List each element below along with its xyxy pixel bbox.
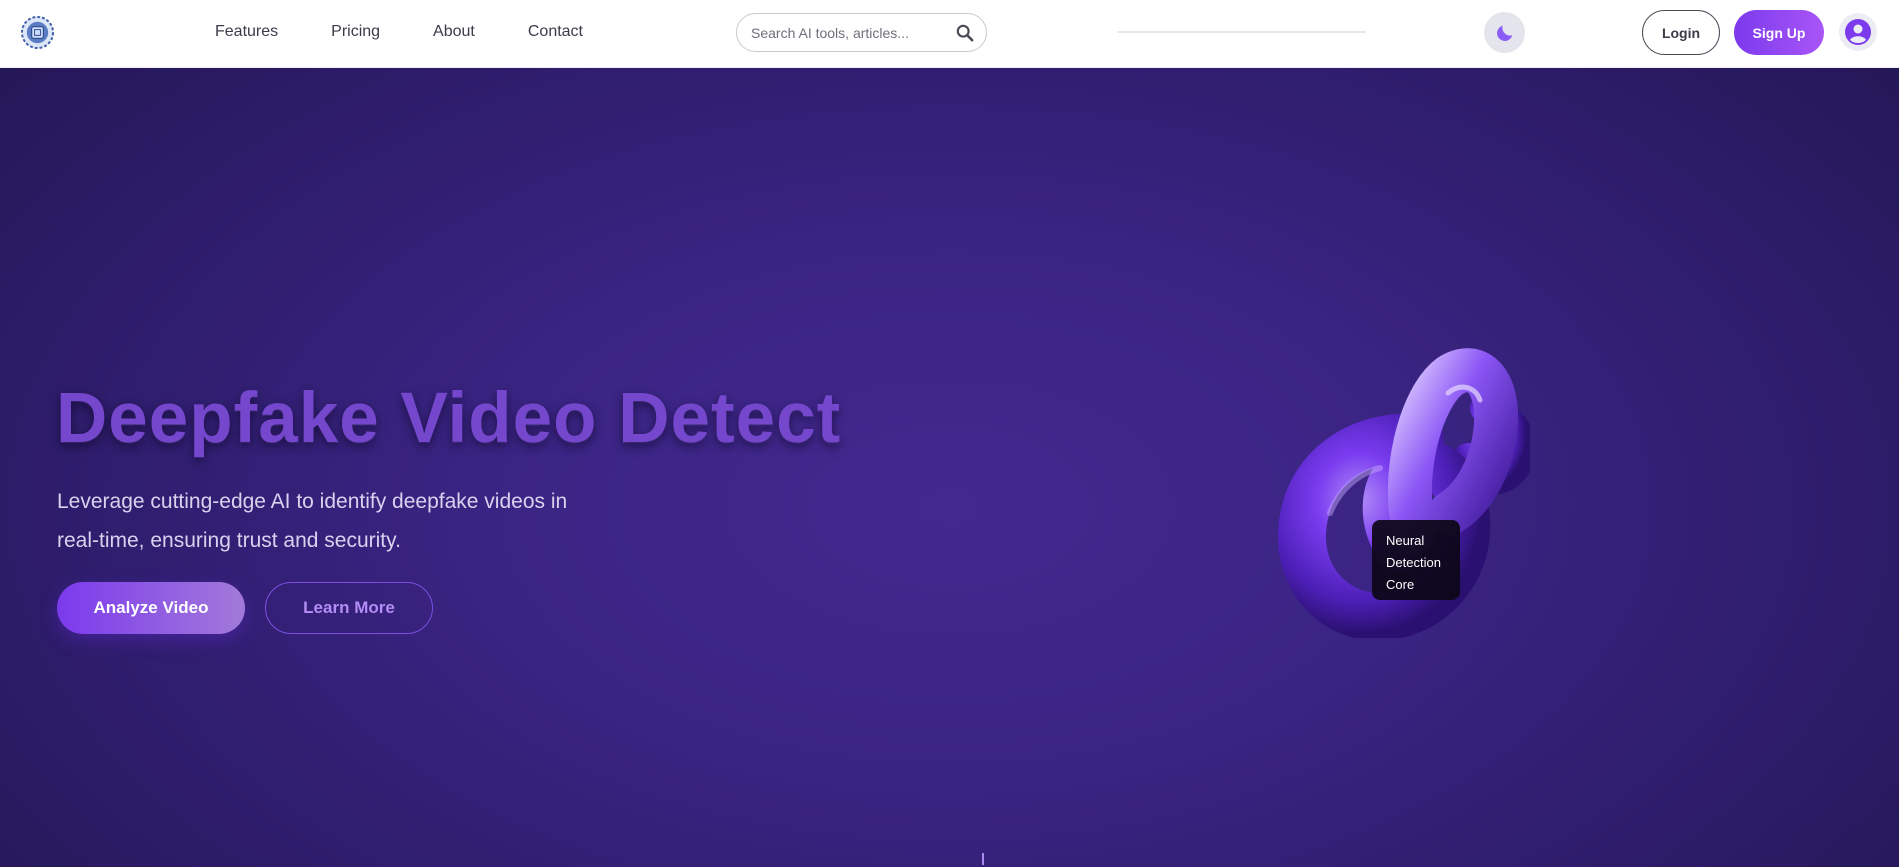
primary-nav: Features Pricing About Contact bbox=[215, 0, 636, 64]
hero-title: Deepfake Video Detect bbox=[56, 379, 842, 458]
top-navbar: Features Pricing About Contact Login Sig… bbox=[0, 0, 1899, 68]
moon-icon bbox=[1496, 25, 1512, 41]
nav-link-about[interactable]: About bbox=[433, 23, 475, 41]
analyze-video-button[interactable]: Analyze Video bbox=[57, 582, 245, 634]
search-icon[interactable] bbox=[956, 24, 974, 42]
hero-subtitle: Leverage cutting-edge AI to identify dee… bbox=[57, 490, 568, 552]
scroll-indicator[interactable] bbox=[982, 853, 984, 865]
user-avatar-button[interactable] bbox=[1839, 13, 1877, 51]
scroll-progress-bar bbox=[1117, 31, 1366, 33]
nav-link-contact[interactable]: Contact bbox=[528, 23, 583, 41]
hero-section: Deepfake Video Detect Leverage cutting-e… bbox=[0, 68, 1899, 867]
learn-more-button[interactable]: Learn More bbox=[265, 582, 433, 634]
search-box bbox=[736, 13, 987, 52]
nav-link-pricing[interactable]: Pricing bbox=[331, 23, 380, 41]
nav-link-features[interactable]: Features bbox=[215, 23, 278, 41]
user-circle-icon bbox=[1845, 19, 1871, 45]
brain-chip-logo-icon[interactable] bbox=[20, 15, 55, 50]
login-button[interactable]: Login bbox=[1642, 10, 1720, 55]
neural-core-tooltip: Neural Detection Core bbox=[1372, 520, 1460, 600]
signup-button[interactable]: Sign Up bbox=[1734, 10, 1824, 55]
theme-toggle-button[interactable] bbox=[1484, 12, 1525, 53]
search-input[interactable] bbox=[751, 14, 951, 51]
